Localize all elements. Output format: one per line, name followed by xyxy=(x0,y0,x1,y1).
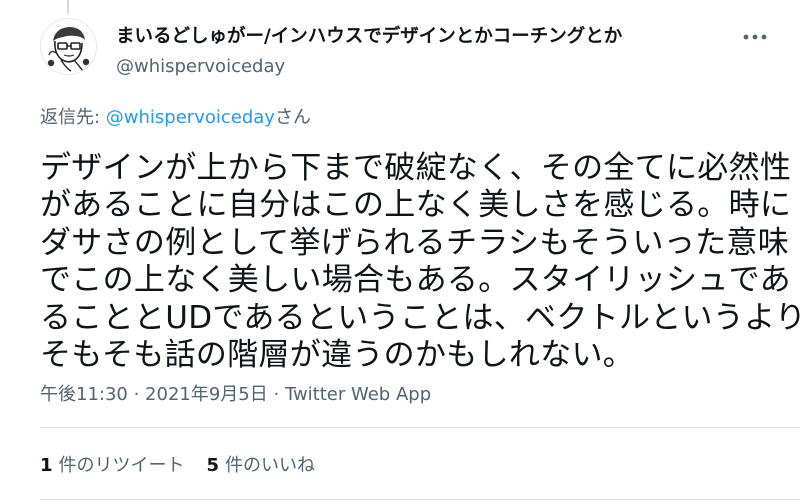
reply-suffix: さん xyxy=(274,107,311,128)
author-block: まいるどしゅがー/インハウスでデザインとかコーチングとか @whispervoi… xyxy=(116,26,622,78)
tweet-time[interactable]: 午後11:30 xyxy=(40,384,128,405)
reply-context: 返信先: @whispervoicedayさん xyxy=(40,107,311,129)
like-count-link[interactable]: 5 件のいいね xyxy=(207,455,316,477)
source-app-link[interactable]: Twitter Web App xyxy=(285,384,431,405)
tweet-detail: まいるどしゅがー/インハウスでデザインとかコーチングとか @whispervoi… xyxy=(0,0,800,501)
like-count: 5 xyxy=(206,455,220,476)
retweet-count: 1 xyxy=(40,455,53,476)
like-label: 件のいいね xyxy=(225,455,316,476)
tweet-text-line: デザインが上から下まで破綻なく、その全てに必然性 xyxy=(40,150,792,186)
tweet-text-line: があることに自分はこの上なく美しさを感じる。時に xyxy=(40,187,792,224)
retweet-label: 件のリツイート xyxy=(58,455,185,476)
tweet-text: デザインが上から下まで破綻なく、その全てに必然性 があることに自分はこの上なく美… xyxy=(40,150,800,374)
tweet-text-line: でこの上なく美しい場合もある。スタイリッシュであ xyxy=(40,262,791,299)
more-options-button[interactable] xyxy=(740,26,770,48)
avatar[interactable] xyxy=(40,18,97,75)
tweet-stats: 1 件のリツイート 5 件のいいね xyxy=(40,455,315,477)
meta-separator: · xyxy=(127,384,146,405)
retweet-count-link[interactable]: 1 件のリツイート xyxy=(40,455,185,477)
tweet-text-line: ダサさの例として挙げられるチラシもそういった意味 xyxy=(40,224,790,261)
author-handle[interactable]: @whispervoiceday xyxy=(116,56,622,78)
tweet-text-line: そもそも話の階層が違うのかもしれない。 xyxy=(40,337,635,374)
reply-mention-link[interactable]: @whispervoiceday xyxy=(106,107,275,128)
tweet-date[interactable]: 2021年9月5日 xyxy=(145,384,268,405)
meta-separator: · xyxy=(267,384,285,405)
author-display-name[interactable]: まいるどしゅがー/インハウスでデザインとかコーチングとか xyxy=(116,26,622,48)
tweet-text-line: ることとUDであるということは、ベクトルというより xyxy=(40,299,800,336)
divider xyxy=(40,499,800,500)
thread-connector-line xyxy=(67,0,69,14)
reply-prefix: 返信先: xyxy=(40,107,106,128)
tweet-meta: 午後11:30 · 2021年9月5日 · Twitter Web App xyxy=(40,384,431,406)
avatar-illustration-icon xyxy=(41,19,96,74)
more-horizontal-icon xyxy=(743,34,767,40)
divider xyxy=(40,427,800,428)
